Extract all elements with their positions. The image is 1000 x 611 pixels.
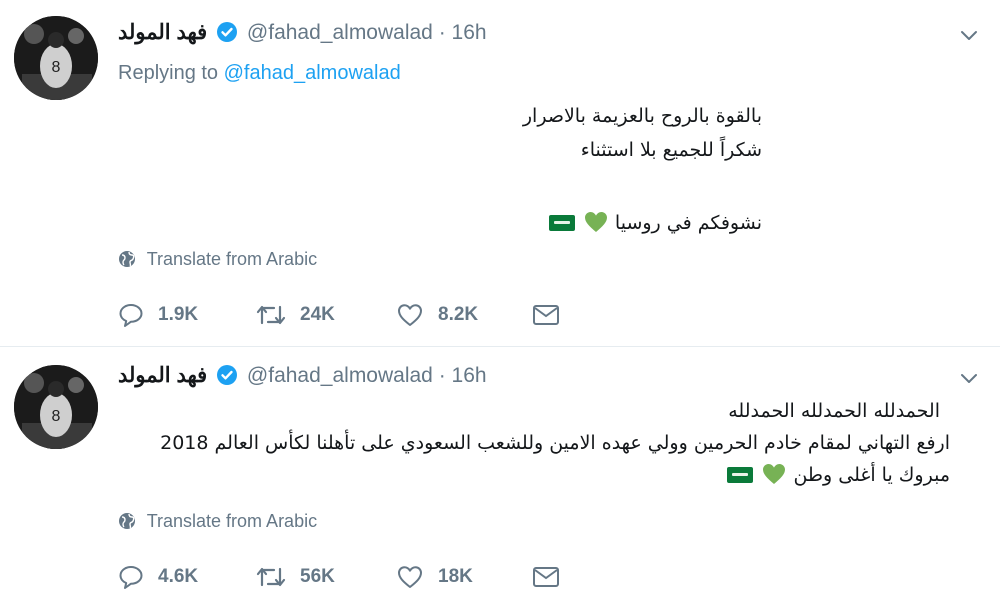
user-handle[interactable]: @fahad_almowalad [247,364,433,387]
user-handle[interactable]: @fahad_almowalad [247,21,433,44]
display-name[interactable]: فهد المولد [118,364,207,387]
avatar[interactable]: 8 [14,365,98,449]
tweet-line-with-emoji: نشوفكم في روسيا [162,206,762,244]
translate-link[interactable]: Translate from Arabic [118,511,317,535]
display-name[interactable]: فهد المولد [118,21,207,44]
tweet-line: بالقوة بالروح بالعزيمة بالاصرار [522,105,762,127]
tweet-line-text: مبروك يا أغلى وطن [793,464,950,486]
reply-count: 1.9K [158,304,199,325]
timestamp[interactable]: 16h [452,364,487,387]
translate-link[interactable]: Translate from Arabic [118,249,317,273]
replying-to: Replying to @fahad_almowalad [118,62,401,85]
replying-to-label: Replying to [118,62,219,84]
chevron-down-icon[interactable] [958,367,980,389]
reply-count: 4.6K [158,566,199,587]
tweet-header: فهد المولد @fahad_almowalad · 16h [118,363,487,393]
message-button[interactable] [532,300,574,330]
retweet-button[interactable]: 56K [256,562,335,592]
tweet-line: شكراً للجميع بلا استثناء [580,139,762,161]
green-heart-emoji [762,463,786,495]
retweet-icon [256,567,286,587]
svg-text:8: 8 [52,59,61,76]
tweet-text: بالقوة بالروح بالعزيمة بالاصرار شكراً لل… [162,99,762,244]
globe-icon [118,512,136,535]
verified-icon [217,365,238,391]
avatar[interactable]: 8 [14,16,98,100]
globe-icon [118,250,136,273]
message-icon [533,305,559,325]
green-heart-emoji [584,210,608,244]
separator-dot: · [438,364,446,387]
tweet-line-text: نشوفكم في روسيا [614,212,762,234]
tweet[interactable]: 8 فهد المولد @fahad_almowalad · 16h Repl… [0,0,1000,347]
like-count: 18K [438,566,473,587]
tweet-line-with-emoji: مبروك يا أغلى وطن [150,459,950,495]
retweet-button[interactable]: 24K [256,300,335,330]
reply-icon [119,566,143,589]
like-count: 8.2K [438,304,479,325]
retweet-icon [256,305,286,325]
saudi-flag-emoji [727,467,754,483]
retweet-count: 56K [300,566,335,587]
tweet-text: الحمدلله الحمدلله الحمدلله ارفع التهاني … [150,395,950,495]
reply-button[interactable]: 4.6K [118,562,198,592]
like-button[interactable]: 8.2K [396,300,478,330]
translate-label: Translate from Arabic [146,249,318,269]
tweet-line [162,167,762,201]
message-icon [533,567,559,587]
chevron-down-icon[interactable] [958,24,980,46]
tweet-line: ارفع التهاني لمقام خادم الحرمين وولي عهد… [160,432,950,454]
tweet-header: فهد المولد @fahad_almowalad · 16h [118,20,487,50]
reply-icon [119,304,143,327]
reply-button[interactable]: 1.9K [118,300,198,330]
tweet[interactable]: 8 فهد المولد @fahad_almowalad · 16h الحم… [0,347,1000,611]
tweet-line: الحمدلله الحمدلله الحمدلله [728,400,940,422]
translate-label: Translate from Arabic [146,511,318,531]
like-icon [398,304,422,326]
svg-text:8: 8 [52,408,61,425]
like-button[interactable]: 18K [396,562,473,592]
like-icon [398,566,422,588]
retweet-count: 24K [300,304,335,325]
timestamp[interactable]: 16h [452,21,487,44]
verified-icon [217,22,238,48]
separator-dot: · [438,21,446,44]
saudi-flag-emoji [548,215,575,231]
message-button[interactable] [532,562,574,592]
mention-link[interactable]: @fahad_almowalad [224,62,401,84]
